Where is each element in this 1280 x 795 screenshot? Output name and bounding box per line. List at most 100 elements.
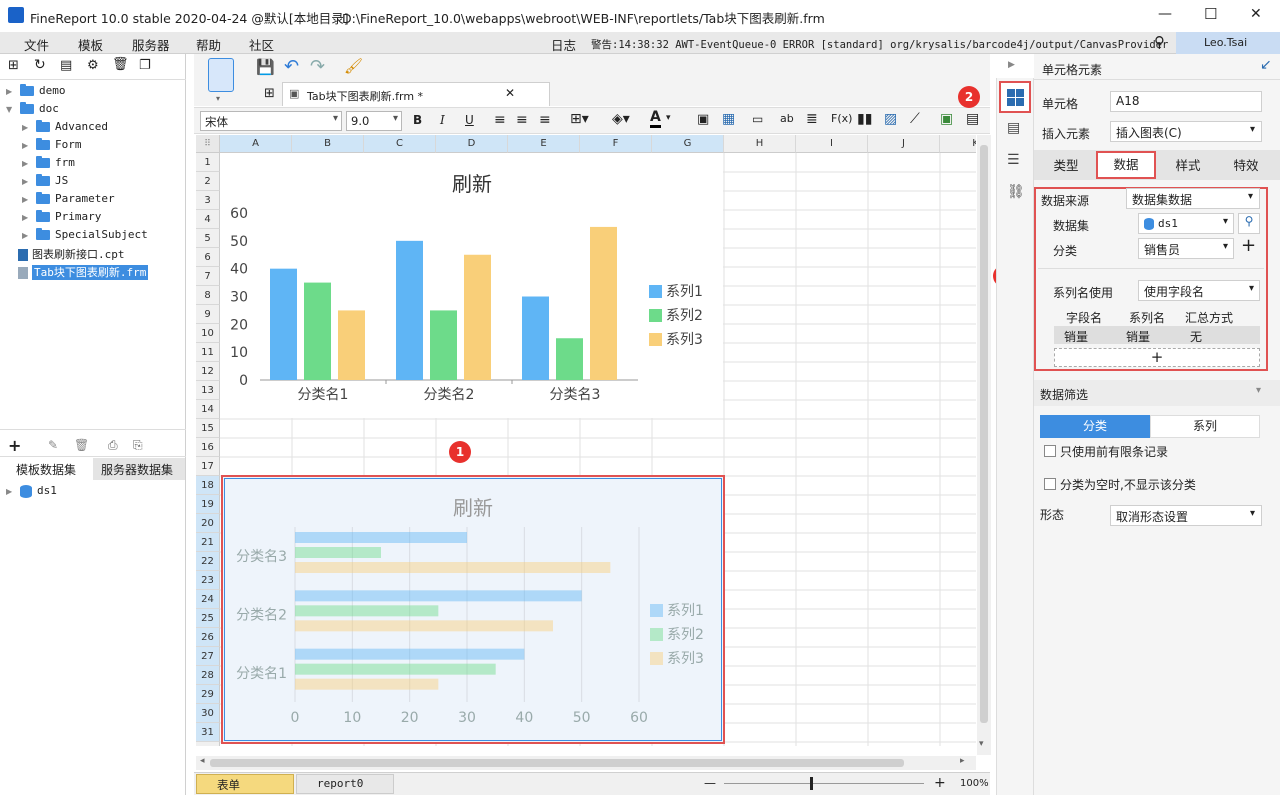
row-header[interactable]: 4 — [196, 210, 220, 229]
dataset-item[interactable]: ▶ ds1 — [6, 484, 57, 498]
expand-arrow-icon[interactable]: ▶ — [22, 141, 32, 150]
tree-item[interactable]: ▶ Form — [22, 138, 82, 156]
row-header[interactable]: 14 — [196, 400, 220, 419]
close-button[interactable]: ✕ — [1250, 6, 1262, 22]
tree-item[interactable]: ▶ frm — [22, 156, 75, 174]
column-header[interactable]: C — [364, 135, 436, 153]
tab-server-dataset[interactable]: 服务器数据集 — [93, 458, 185, 480]
expand-arrow-icon[interactable]: ▶ — [22, 231, 32, 240]
hyperlink-icon[interactable]: ⛓ — [1007, 184, 1025, 200]
zoom-out-button[interactable]: — — [704, 776, 716, 790]
tree-item[interactable]: ▶ Parameter — [22, 192, 115, 210]
row-header[interactable]: 32 — [196, 742, 220, 746]
column-header[interactable]: K — [940, 135, 976, 153]
widget-dropdown-icon[interactable]: ▾ — [216, 94, 220, 103]
font-color-icon[interactable]: A — [650, 110, 661, 128]
settings-icon[interactable]: ⚙ — [87, 58, 99, 73]
expand-arrow-icon[interactable]: ▶ — [22, 195, 32, 204]
row-header[interactable]: 26 — [196, 628, 220, 647]
chart-horizontal[interactable]: 刷新 0 10 20 30 40 50 60 分类名1 分类名2 分类名3 系列1 系列2 系列3 — [221, 475, 725, 744]
row-header[interactable]: 24 — [196, 590, 220, 609]
row-header[interactable]: 6 — [196, 248, 220, 267]
corner-cell[interactable]: ⠿ — [196, 135, 220, 153]
row-header[interactable]: 29 — [196, 685, 220, 704]
editor-tab[interactable]: ▣ Tab块下图表刷新.frm * ✕ — [282, 82, 550, 106]
zoom-slider[interactable] — [724, 783, 924, 784]
field-row-name[interactable]: 销量 — [1064, 328, 1088, 345]
search-icon[interactable]: ⚲ — [1154, 33, 1165, 51]
delete-icon[interactable]: 🗑 — [112, 57, 129, 72]
limit-records-checkbox[interactable] — [1044, 445, 1056, 457]
font-color-dropdown-icon[interactable]: ▾ — [666, 113, 671, 123]
minimize-button[interactable]: — — [1158, 6, 1172, 22]
save-icon[interactable]: 💾 — [256, 58, 275, 76]
expand-arrow-icon[interactable]: ▶ — [22, 159, 32, 168]
expand-arrow-icon[interactable]: ▶ — [22, 213, 32, 222]
field-row-series[interactable]: 销量 — [1126, 328, 1150, 345]
scroll-left-icon[interactable]: ◂ — [200, 756, 205, 766]
log-button[interactable]: 日志 — [551, 35, 576, 54]
textbox-icon[interactable]: ▭ — [752, 112, 763, 126]
filter-tab-series[interactable]: 系列 — [1150, 415, 1260, 438]
menu-server[interactable]: 服务器 — [132, 35, 170, 54]
row-header[interactable]: 28 — [196, 666, 220, 685]
datasource-select[interactable]: 数据集数据 ▾ — [1126, 188, 1260, 209]
sheet-tab-form[interactable]: 表单 — [196, 774, 294, 794]
row-header[interactable]: 25 — [196, 609, 220, 628]
row-header[interactable]: 27 — [196, 647, 220, 666]
shape-select[interactable]: 取消形态设置 ▾ — [1110, 505, 1262, 526]
grid-layout-icon[interactable]: ▤ — [966, 111, 979, 127]
row-header[interactable]: 1 — [196, 153, 220, 172]
filter-tab-category[interactable]: 分类 — [1040, 415, 1150, 438]
row-header[interactable]: 22 — [196, 552, 220, 571]
column-header[interactable]: F — [580, 135, 652, 153]
row-header[interactable]: 8 — [196, 286, 220, 305]
row-header[interactable]: 13 — [196, 381, 220, 400]
edit-icon[interactable]: ✎ — [48, 438, 58, 452]
menu-template[interactable]: 模板 — [78, 35, 103, 54]
tree-item[interactable]: 图表刷新接口.cpt — [18, 246, 125, 264]
tree-item[interactable]: ▼ doc — [6, 102, 59, 120]
tab-data[interactable]: 数据 — [1096, 151, 1156, 179]
row-header[interactable]: 20 — [196, 514, 220, 533]
cell-input[interactable]: A18 — [1110, 91, 1262, 112]
tab-effect[interactable]: 特效 — [1220, 153, 1272, 178]
scroll-right-icon[interactable]: ▸ — [960, 756, 965, 766]
border-icon[interactable]: ⊞▾ — [570, 111, 589, 127]
filter-collapse-icon[interactable]: ▾ — [1256, 385, 1261, 396]
widget-design-icon[interactable] — [208, 58, 234, 92]
add-category-icon[interactable]: + — [1241, 235, 1256, 256]
dataset-select[interactable]: ds1 ▾ — [1138, 213, 1234, 234]
font-size-select[interactable]: 9.0 ▾ — [346, 111, 402, 131]
row-header[interactable]: 11 — [196, 343, 220, 362]
column-header[interactable]: H — [724, 135, 796, 153]
horizontal-scrollbar[interactable]: ◂ ▸ — [196, 756, 976, 770]
fill-color-icon[interactable]: ◈▾ — [612, 111, 630, 127]
image-icon[interactable]: ▨ — [884, 111, 897, 127]
row-header[interactable]: 12 — [196, 362, 220, 381]
column-header[interactable]: E — [508, 135, 580, 153]
cell-element-tab[interactable] — [999, 81, 1031, 113]
new-file-icon[interactable]: ⊞ — [8, 58, 19, 73]
column-header[interactable]: B — [292, 135, 364, 153]
collapse-icon[interactable]: ↙ — [1260, 57, 1272, 73]
column-header[interactable]: A — [220, 135, 292, 153]
user-name[interactable]: Leo.Tsai — [1176, 32, 1280, 54]
sub-report-icon[interactable]: ▣ — [940, 111, 953, 127]
delete-dataset-icon[interactable]: 🗑 — [74, 438, 89, 452]
expand-arrow-icon[interactable]: ▶ — [6, 87, 16, 96]
column-header[interactable]: J — [868, 135, 940, 153]
format-painter-icon[interactable]: 🖌 — [344, 57, 363, 75]
bold-button[interactable]: B — [413, 113, 422, 127]
text-icon[interactable]: ab — [780, 112, 794, 125]
font-select[interactable]: 宋体 ▾ — [200, 111, 342, 131]
column-header[interactable]: I — [796, 135, 868, 153]
expand-panel-icon[interactable]: ▶ — [1008, 60, 1015, 70]
series-name-select[interactable]: 使用字段名 ▾ — [1138, 280, 1260, 301]
tree-item[interactable]: ▶ Primary — [22, 210, 101, 228]
row-header[interactable]: 5 — [196, 229, 220, 248]
row-header[interactable]: 19 — [196, 495, 220, 514]
row-header[interactable]: 18 — [196, 476, 220, 495]
row-header[interactable]: 15 — [196, 419, 220, 438]
field-row-summary[interactable]: 无 — [1190, 328, 1202, 345]
